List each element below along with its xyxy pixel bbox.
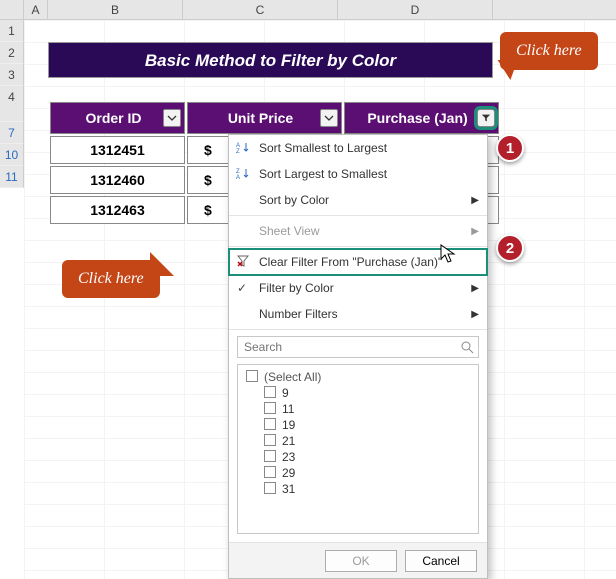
checkbox-icon[interactable] [264,450,276,462]
filter-value-item[interactable]: 21 [242,433,474,449]
menu-separator [229,329,487,330]
sort-asc-icon: AZ [235,139,251,155]
filter-values-tree[interactable]: (Select All)9111921232931 [237,364,479,534]
menu-label: Sort by Color [259,193,329,207]
sort-desc-icon: ZA [235,165,251,181]
row-header[interactable]: 3 [0,64,24,86]
col-header-c[interactable]: C [183,0,338,19]
ok-button[interactable]: OK [325,550,397,572]
mouse-cursor-icon [440,244,456,264]
svg-text:Z: Z [236,149,240,154]
title-banner: Basic Method to Filter by Color [48,42,493,78]
checkbox-icon[interactable] [264,482,276,494]
checkbox-icon[interactable] [264,434,276,446]
dropdown-icon [324,113,334,123]
filter-by-color-item[interactable]: ✓ Filter by Color ▶ [229,275,487,301]
callout-click-here-bottom: Click here [62,260,160,298]
cancel-button[interactable]: Cancel [405,550,477,572]
submenu-arrow-icon: ▶ [471,195,479,206]
checkbox-icon[interactable] [246,370,258,382]
col-header-a[interactable]: A [24,0,48,19]
filter-button-order-id[interactable] [163,109,181,127]
checkbox-icon[interactable] [264,386,276,398]
header-purchase: Purchase (Jan) [344,102,499,134]
filter-value-item[interactable]: (Select All) [242,369,474,385]
menu-label: Number Filters [259,307,338,321]
menu-label: Clear Filter From "Purchase (Jan)" [259,255,442,269]
row-header[interactable]: 1 [0,20,24,42]
svg-text:A: A [236,175,240,180]
filter-value-item[interactable]: 29 [242,465,474,481]
search-icon [460,340,474,357]
dropdown-icon [167,113,177,123]
step-badge-1: 1 [496,134,524,162]
filter-value-item[interactable]: 31 [242,481,474,497]
sort-desc-item[interactable]: ZA Sort Largest to Smallest [229,161,487,187]
submenu-arrow-icon: ▶ [471,226,479,237]
sort-by-color-item[interactable]: Sort by Color ▶ [229,187,487,213]
cell-order-id[interactable]: 1312463 [50,196,185,224]
checkbox-icon[interactable] [264,418,276,430]
menu-button-bar: OK Cancel [229,542,487,578]
menu-label: Sort Smallest to Largest [259,141,387,155]
filter-button-purchase[interactable] [477,109,495,127]
checkbox-icon[interactable] [264,402,276,414]
checkbox-icon[interactable] [264,466,276,478]
header-order-id: Order ID [50,102,185,134]
filter-context-menu: AZ Sort Smallest to Largest ZA Sort Larg… [228,134,488,579]
menu-label: Sort Largest to Smallest [259,167,387,181]
filter-search-box[interactable] [237,336,479,358]
row-header[interactable]: 10 [0,144,24,166]
sheet-view-item: Sheet View ▶ [229,218,487,244]
filter-button-unit-price[interactable] [320,109,338,127]
column-header-row: A B C D [0,0,616,20]
select-all-corner[interactable] [0,0,24,19]
menu-label: Sheet View [259,224,320,238]
cell-order-id[interactable]: 1312451 [50,136,185,164]
callout-click-here-top: Click here [500,32,598,70]
col-header-d[interactable]: D [338,0,493,19]
row-header[interactable]: 2 [0,42,24,64]
menu-separator [229,215,487,216]
row-header[interactable]: 11 [0,166,24,188]
header-unit-price: Unit Price [187,102,342,134]
header-label: Purchase (Jan) [367,110,467,126]
step-badge-2: 2 [496,234,524,262]
row-header[interactable]: 4 [0,86,24,122]
header-label: Unit Price [228,110,293,126]
row-header-col: 123471011 [0,20,24,188]
submenu-arrow-icon: ▶ [471,283,479,294]
filter-value-item[interactable]: 9 [242,385,474,401]
header-label: Order ID [85,110,141,126]
sort-asc-item[interactable]: AZ Sort Smallest to Largest [229,135,487,161]
filter-active-icon [481,113,491,123]
check-icon: ✓ [237,281,247,295]
cell-order-id[interactable]: 1312460 [50,166,185,194]
filter-value-item[interactable]: 23 [242,449,474,465]
submenu-arrow-icon: ▶ [471,309,479,320]
row-header[interactable]: 7 [0,122,24,144]
menu-label: Filter by Color [259,281,334,295]
col-header-b[interactable]: B [48,0,183,19]
table-header-row: Order ID Unit Price Purchase (Jan) [50,102,499,134]
number-filters-item[interactable]: Number Filters ▶ [229,301,487,327]
search-input[interactable] [238,337,478,357]
clear-filter-icon [235,253,251,269]
filter-value-item[interactable]: 11 [242,401,474,417]
filter-value-item[interactable]: 19 [242,417,474,433]
